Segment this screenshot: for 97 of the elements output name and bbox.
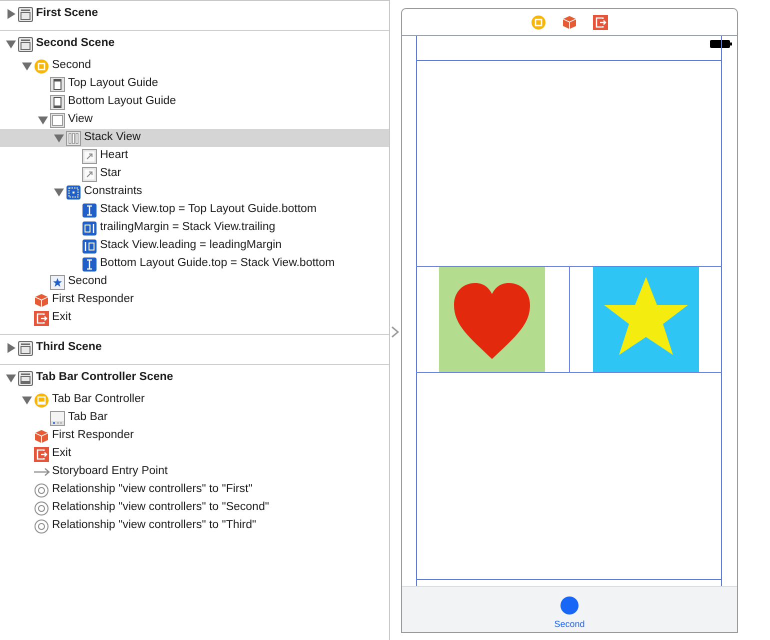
outline-row[interactable]: Third Scene [0,339,389,357]
disclosure-triangle-icon[interactable] [54,133,64,143]
outline-row[interactable]: Exit [0,309,389,327]
constraint-icon [82,238,97,254]
outline-label: Relationship "view controllers" to "First" [52,482,252,498]
outline-label: Exit [52,446,72,462]
relationship-icon [34,500,49,516]
scene-icon [18,340,33,356]
selected-outline-row[interactable]: Stack View [0,129,389,147]
outline-label: Second [52,58,92,74]
view-controller-icon [531,14,546,30]
scene-icon [18,6,33,22]
layout-guide-icon [50,94,65,110]
outline-row[interactable]: Second Scene [0,35,389,53]
outline-row[interactable]: Stack View.leading = leadingMargin [0,237,389,255]
battery-icon [710,40,732,48]
outline-label: Storyboard Entry Point [52,464,168,480]
disclosure-triangle-icon[interactable] [54,187,64,197]
outline-row[interactable]: Relationship "view controllers" to "Second" [0,499,389,517]
outline-label: Constraints [84,184,142,200]
cube-icon [34,292,49,308]
outline-row[interactable]: Relationship "view controllers" to "First" [0,481,389,499]
tab-bar-item[interactable]: Second [554,596,585,631]
outline-label: Stack View [84,130,141,146]
disclosure-triangle-icon[interactable] [6,343,16,353]
outline-label: Exit [52,310,72,326]
outline-row[interactable]: Heart [0,147,389,165]
outline-label: trailingMargin = Stack View.trailing [100,220,276,236]
exit-icon [34,446,49,462]
outline-row[interactable]: Star [0,165,389,183]
cube-icon [34,428,49,444]
outline-row[interactable]: First Scene [0,5,389,23]
image-view-icon [82,166,97,182]
outline-row[interactable]: trailingMargin = Stack View.trailing [0,219,389,237]
scene-title: Third Scene [36,340,102,356]
disclosure-triangle-icon[interactable] [6,373,16,383]
outline-label: View [68,112,93,128]
outline-row[interactable]: Tab Bar Controller Scene [0,369,389,387]
cube-icon [562,14,577,30]
outline-label: Relationship "view controllers" to "Second" [52,500,270,516]
tab-item-label: Second [554,618,585,630]
outline-row[interactable]: Bottom Layout Guide.top = Stack View.bottom [0,255,389,273]
tab-item-icon [560,596,579,614]
outline-label: Second [68,274,108,290]
stack-view-icon [66,130,81,146]
outline-row[interactable]: First Responder [0,291,389,309]
constraint-icon [82,220,97,236]
scene-icon [18,36,33,52]
outline-label: Stack View.top = Top Layout Guide.bottom [100,202,317,218]
disclosure-triangle-icon[interactable] [38,115,48,125]
outline-row[interactable]: Tab Bar Controller [0,391,389,409]
constraint-icon [82,256,97,272]
outline-label: Stack View.leading = leadingMargin [100,238,282,254]
scene-icon [18,370,33,386]
disclosure-triangle-icon[interactable] [22,61,32,71]
outline-label: Tab Bar Controller [52,392,145,408]
relationship-icon [34,482,49,498]
outline-row[interactable]: First Responder [0,427,389,445]
exit-icon [34,310,49,326]
relationship-icon [34,518,49,534]
tab-bar-icon [50,410,65,426]
outline-row[interactable]: Second [0,57,389,75]
exit-icon [593,14,608,30]
scene-title: First Scene [36,6,98,22]
outline-row[interactable]: Storyboard Entry Point [0,463,389,481]
scene-title: Second Scene [36,36,115,52]
outline-row[interactable]: Constraints [0,183,389,201]
outline-row[interactable]: View [0,111,389,129]
outline-row[interactable]: Tab Bar [0,409,389,427]
disclosure-triangle-icon[interactable] [6,9,16,19]
outline-row[interactable]: Stack View.top = Top Layout Guide.bottom [0,201,389,219]
outline-label: Star [100,166,122,182]
outline-label: First Responder [52,292,134,308]
outline-row[interactable]: Second [0,273,389,291]
constraints-icon [66,184,81,200]
layout-guide-icon [50,76,65,92]
outline-label: Top Layout Guide [68,76,158,92]
outline-label: First Responder [52,428,134,444]
outline-label: Tab Bar [68,410,108,426]
outline-row[interactable]: Top Layout Guide [0,75,389,93]
disclosure-triangle-icon[interactable] [6,39,16,49]
outline-label: Heart [100,148,128,164]
outline-row[interactable]: Exit [0,445,389,463]
outline-label: Relationship "view controllers" to "Third" [52,518,256,534]
image-view-icon [82,148,97,164]
disclosure-triangle-icon[interactable] [22,395,32,405]
outline-label: Bottom Layout Guide.top = Stack View.bottom [100,256,335,272]
star-icon [50,274,65,290]
constraint-icon [82,202,97,218]
view-icon [50,112,65,128]
outline-row[interactable]: Bottom Layout Guide [0,93,389,111]
outline-row[interactable]: Relationship "view controllers" to "Third" [0,517,389,535]
view-controller-icon [34,58,49,74]
outline-label: Bottom Layout Guide [68,94,176,110]
tab-bar-controller-icon [34,392,49,408]
arrow-icon [34,467,51,477]
scene-title: Tab Bar Controller Scene [36,370,174,386]
